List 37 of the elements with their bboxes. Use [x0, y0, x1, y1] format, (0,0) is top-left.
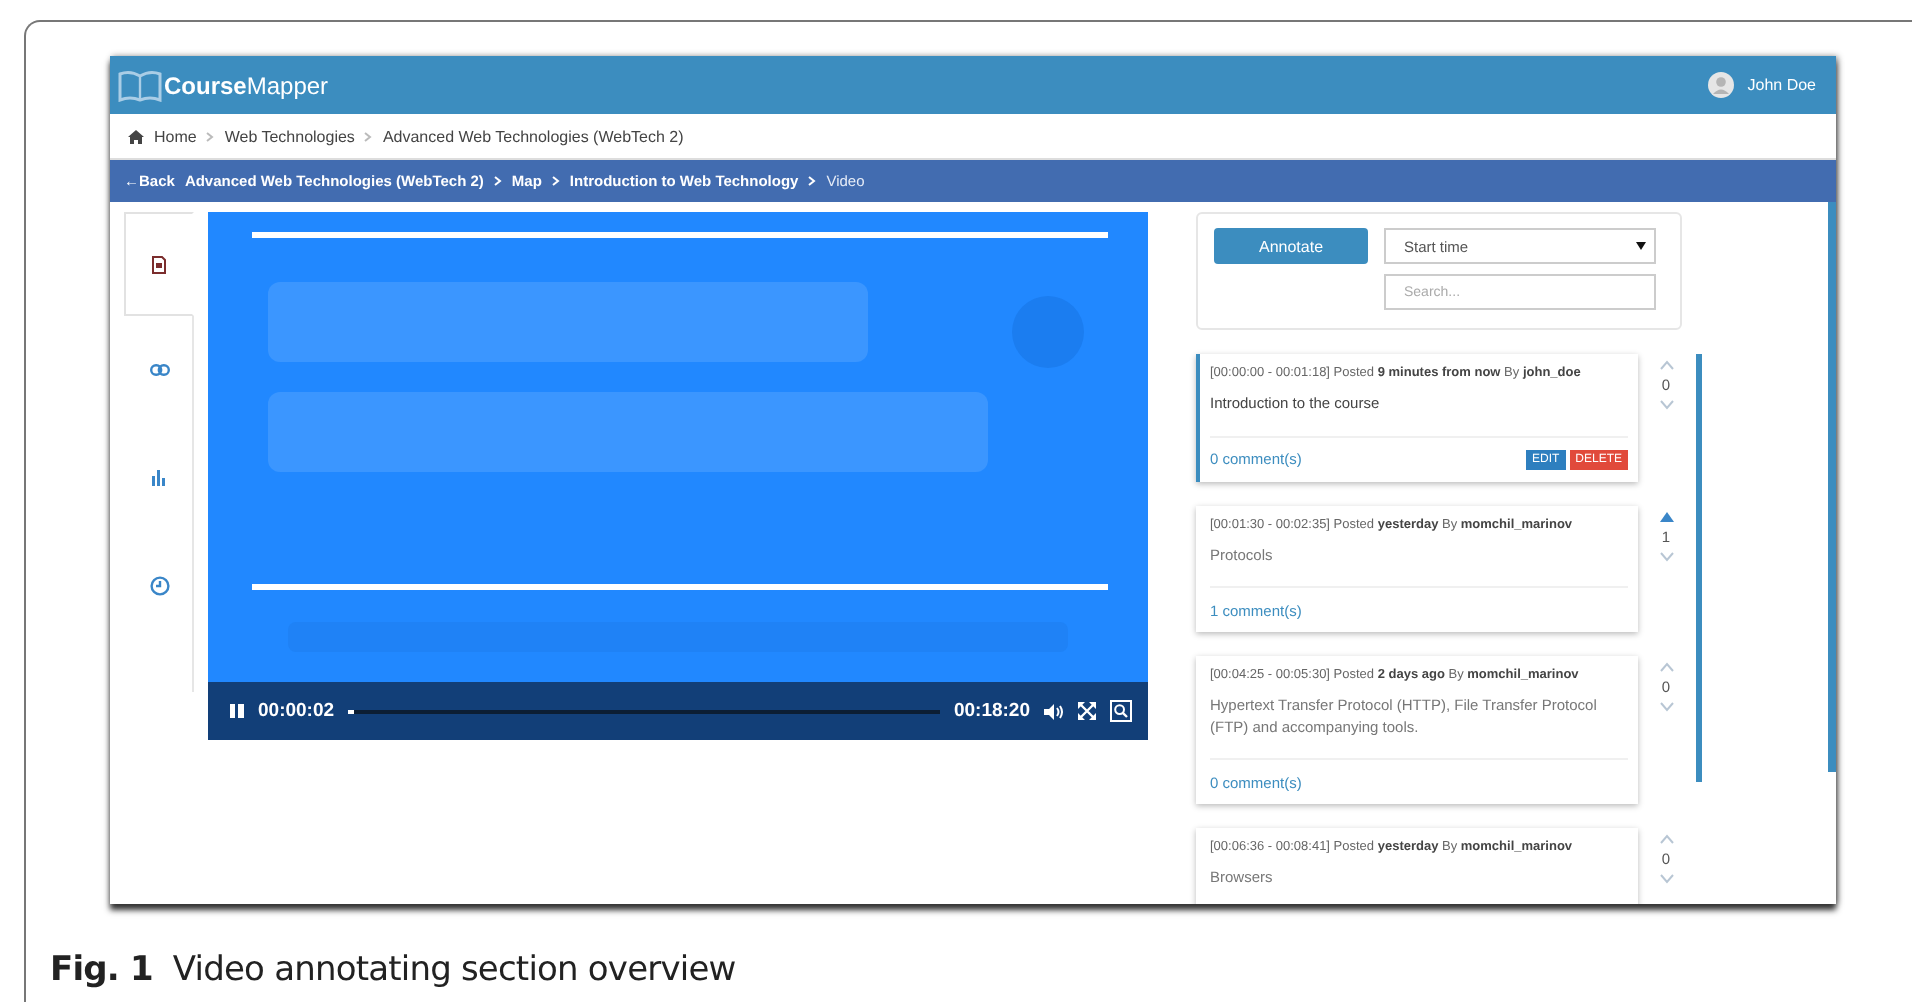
pause-icon[interactable] [230, 704, 244, 718]
annotate-button[interactable]: Annotate [1214, 228, 1368, 264]
chevron-icon [364, 131, 373, 141]
chevron-icon [808, 176, 817, 186]
current-time: 00:00:02 [258, 700, 335, 722]
upvote-icon[interactable] [1659, 834, 1673, 844]
upvote-icon[interactable] [1659, 511, 1673, 521]
sidebar-tab[interactable] [124, 212, 194, 316]
bar-chart-icon [150, 470, 168, 486]
clock-icon [149, 576, 169, 596]
home-icon [128, 129, 144, 143]
volume-icon[interactable] [1044, 703, 1064, 719]
figure-caption: Fig. 1 Video annotating section overview [50, 950, 738, 990]
chevron-icon [206, 131, 215, 141]
breadcrumb-link[interactable]: Web Technologies [224, 127, 355, 145]
user-name[interactable]: John Doe [1747, 76, 1816, 94]
book-icon [118, 69, 162, 101]
list-scrollbar[interactable] [1696, 354, 1702, 782]
downvote-icon[interactable] [1659, 874, 1673, 884]
avatar-icon[interactable] [1707, 72, 1734, 98]
search-icon[interactable] [1110, 700, 1132, 722]
caret-icon [1636, 242, 1646, 250]
downvote-icon[interactable] [1659, 702, 1673, 712]
downvote-icon[interactable] [1659, 400, 1673, 410]
link-icon [149, 364, 169, 376]
chevron-icon [551, 176, 560, 186]
upvote-icon[interactable] [1659, 662, 1673, 672]
chevron-icon [493, 176, 502, 186]
page-scrollbar[interactable] [1828, 202, 1836, 772]
breadcrumb-link[interactable]: Home [154, 127, 197, 145]
upvote-icon[interactable] [1659, 360, 1673, 370]
fullscreen-icon[interactable] [1078, 702, 1096, 720]
duration-time: 00:18:20 [953, 700, 1030, 722]
document-icon [152, 255, 166, 273]
downvote-icon[interactable] [1659, 551, 1673, 561]
breadcrumb-link[interactable]: Advanced Web Technologies (WebTech 2) [382, 127, 684, 145]
app-logo[interactable]: CourseMapper [164, 71, 329, 99]
